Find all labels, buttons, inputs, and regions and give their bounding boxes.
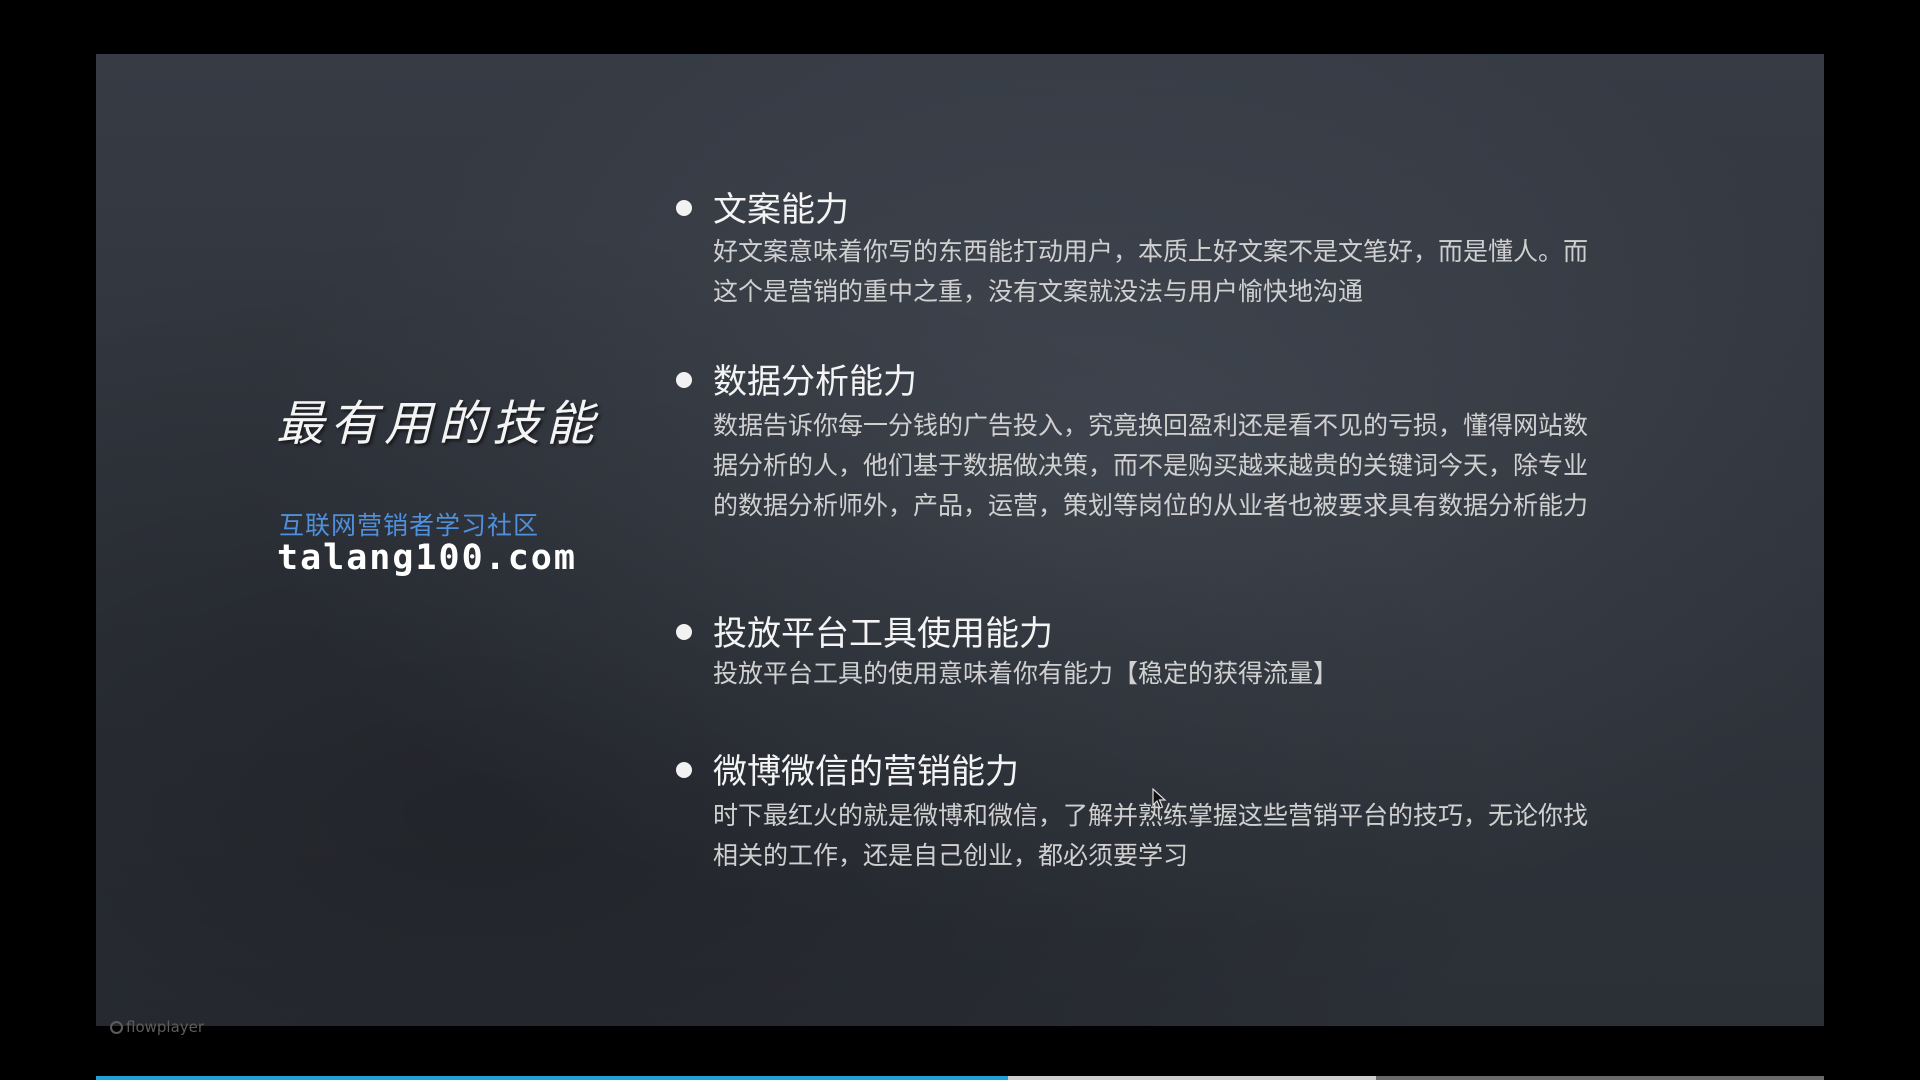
progress-played [96,1076,1009,1080]
bullet-title: 微博微信的营销能力 [713,752,1019,792]
community-label: 互联网营销者学习社区 [279,511,540,540]
mouse-pointer-icon [1152,788,1167,809]
bullet-title: 数据分析能力 [713,362,917,402]
flowplayer-logo[interactable]: flowplayer [110,1018,204,1036]
bullet-title: 投放平台工具使用能力 [713,614,1053,654]
bullet-dot [676,762,692,778]
bullet-title: 文案能力 [713,190,849,230]
site-url: talang100.com [277,538,577,578]
bullet-dot [676,624,692,640]
flowplayer-brand: flowplayer [126,1018,205,1036]
video-slide[interactable]: 最有用的技能 互联网营销者学习社区 talang100.com 文案能力 好文案… [96,54,1824,1026]
flowplayer-ring-icon [110,1021,123,1034]
slide-title: 最有用的技能 [276,396,601,452]
bullet-description: 投放平台工具的使用意味着你有能力【稳定的获得流量】 [713,659,1339,688]
bullet-description: 数据告诉你每一分钱的广告投入，究竟换回盈利还是看不见的亏损，懂得网站数据分析的人… [713,411,1589,520]
bullet-description: 好文案意味着你写的东西能打动用户，本质上好文案不是文笔好，而是懂人。而这个是营销… [713,237,1589,306]
bullet-dot [676,372,692,388]
bullet-dot [676,200,692,216]
video-progress-bar[interactable] [96,1076,1824,1080]
